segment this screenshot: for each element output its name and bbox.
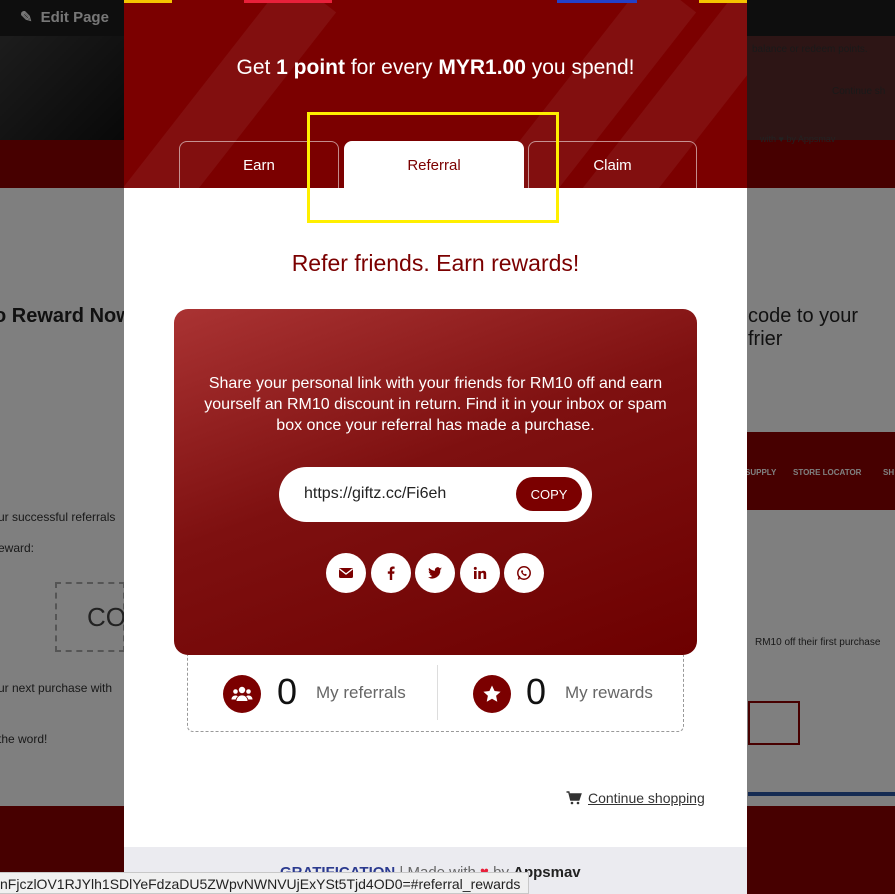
headline-middle: for every: [345, 56, 439, 79]
referrals-count: 0: [277, 671, 298, 712]
linkedin-icon: [473, 566, 487, 579]
referral-description: Share your personal link with your frien…: [204, 375, 667, 434]
rewards-modal: Get 1 point for every MYR1.00 you spend!…: [124, 0, 747, 894]
referral-link-box: https://giftz.cc/Fi6eh COPY: [279, 467, 592, 522]
envelope-icon: [339, 568, 353, 578]
referral-subtitle: Refer friends. Earn rewards!: [291, 250, 580, 276]
share-facebook-button[interactable]: [371, 553, 411, 593]
referrals-stat-icon: [223, 675, 261, 713]
headline-amount: MYR1.00: [438, 56, 526, 79]
rewards-stat-icon: [473, 675, 511, 713]
referral-link[interactable]: https://giftz.cc/Fi6eh: [304, 485, 446, 503]
headline-prefix: Get: [236, 56, 277, 79]
continue-shopping-link[interactable]: Continue shopping: [566, 790, 705, 806]
share-linkedin-button[interactable]: [460, 553, 500, 593]
top-accent: [244, 0, 332, 3]
stats-divider: [437, 665, 438, 720]
headline-points: 1 point: [276, 56, 345, 79]
referrals-label: My referrals: [316, 683, 406, 702]
copy-button[interactable]: COPY: [516, 477, 582, 511]
share-twitter-button[interactable]: [415, 553, 455, 593]
facebook-icon: [387, 566, 395, 580]
earn-rate-headline: Get 1 point for every MYR1.00 you spend!: [124, 56, 747, 80]
rewards-count: 0: [526, 671, 547, 712]
tab-referral[interactable]: Referral: [344, 141, 524, 188]
users-icon: [231, 686, 253, 701]
twitter-icon: [428, 567, 442, 579]
top-accent: [557, 0, 637, 3]
star-icon: [483, 685, 501, 702]
browser-status-url: nFjczlOV1RJYlh1SDlYeFdzaDU5ZWpvNWNVUjExY…: [0, 872, 530, 894]
tab-claim[interactable]: Claim: [528, 141, 697, 188]
top-accent: [699, 0, 747, 3]
share-whatsapp-button[interactable]: [504, 553, 544, 593]
whatsapp-icon: [517, 566, 531, 580]
continue-shopping-label: Continue shopping: [588, 790, 705, 806]
modal-header: Get 1 point for every MYR1.00 you spend!…: [124, 0, 747, 188]
tab-earn[interactable]: Earn: [179, 141, 339, 188]
referral-stats: 0 My referrals 0 My rewards: [187, 655, 684, 732]
rewards-label: My rewards: [565, 683, 653, 702]
headline-suffix: you spend!: [525, 56, 635, 79]
referral-card: Share your personal link with your frien…: [174, 309, 697, 655]
share-email-button[interactable]: [326, 553, 366, 593]
top-accent: [124, 0, 172, 3]
shopping-cart-icon: [566, 791, 582, 805]
